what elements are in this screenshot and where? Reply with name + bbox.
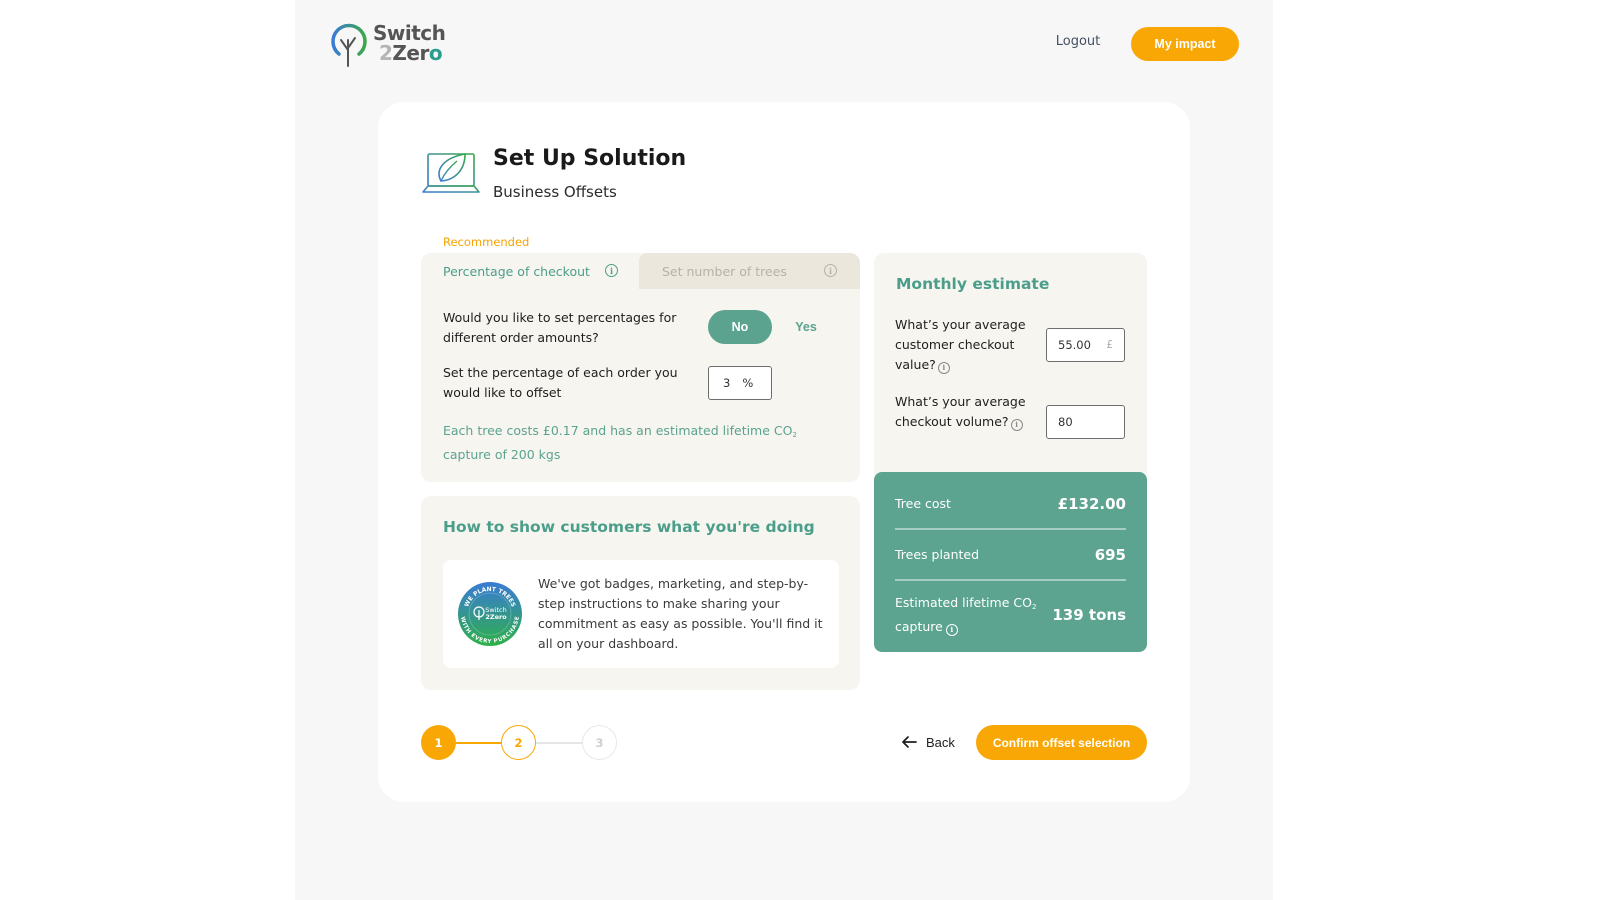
tab-label: Set number of trees xyxy=(662,263,787,279)
monthly-estimate-panel: Monthly estimate What’s your average cus… xyxy=(874,253,1147,483)
co2-label-suffix: capture xyxy=(895,619,943,634)
stepper-line-complete xyxy=(456,742,501,744)
estimate-results: Tree cost £132.00 Trees planted 695 Esti… xyxy=(874,472,1147,652)
step-1: 1 xyxy=(421,725,456,760)
co2-label-prefix: Estimated lifetime CO xyxy=(895,595,1032,610)
tree-note-suffix: capture of 200 kgs xyxy=(443,447,561,462)
tab-label: Percentage of checkout xyxy=(443,263,590,279)
toggle-no-button[interactable]: No xyxy=(708,310,772,344)
trees-planted-value: 695 xyxy=(1094,546,1126,564)
show-customers-text: We've got badges, marketing, and step-by… xyxy=(538,576,823,651)
checkout-value-label-text: What’s your average customer checkout va… xyxy=(895,317,1026,372)
laptop-leaf-icon xyxy=(422,153,480,193)
percentage-value: 3 xyxy=(723,376,731,390)
info-icon[interactable]: i xyxy=(937,362,950,374)
switch2zero-logo[interactable]: Switch 2Zero xyxy=(329,18,446,68)
confirm-offset-selection-button[interactable]: Confirm offset selection xyxy=(976,725,1147,760)
info-icon[interactable]: i xyxy=(824,264,837,277)
checkout-volume-input[interactable]: 80 xyxy=(1046,405,1125,439)
percent-suffix: % xyxy=(742,376,754,390)
stepper-line-pending xyxy=(536,742,582,744)
recommended-label: Recommended xyxy=(443,235,530,249)
logo-o: o xyxy=(428,41,443,65)
checkout-volume-label: What’s your average checkout volume? i xyxy=(895,392,1030,432)
checkout-value: 55.00 xyxy=(1058,338,1091,352)
logo-two: 2 xyxy=(379,41,393,65)
tree-logo-icon xyxy=(331,23,367,67)
step-2: 2 xyxy=(501,725,536,760)
checkout-value-label: What’s your average customer checkout va… xyxy=(895,315,1030,375)
we-plant-trees-badge-icon: WE PLANT TREES WITH EVERY PURCHASE Switc… xyxy=(458,582,522,646)
trees-planted-row: Trees planted 695 xyxy=(895,545,1126,565)
tree-cost-note: Each tree costs £0.17 and has an estimat… xyxy=(443,421,823,465)
info-icon[interactable]: i xyxy=(1010,419,1023,431)
logo-line1: Switch xyxy=(373,21,446,45)
percentage-question: Set the percentage of each order you wou… xyxy=(443,365,678,400)
co2-capture-value: 139 tons xyxy=(1052,606,1126,624)
badge-brand-line2: 2Zero xyxy=(485,613,507,621)
logo-line2: 2Zero xyxy=(379,43,445,63)
logout-link[interactable]: Logout xyxy=(1040,34,1116,49)
co2-capture-row: Estimated lifetime CO2 capture i 139 tons xyxy=(895,593,1126,637)
show-customers-card: WE PLANT TREES WITH EVERY PURCHASE Switc… xyxy=(443,560,839,668)
monthly-estimate-title: Monthly estimate xyxy=(896,275,1050,293)
show-customers-panel: How to show customers what you're doing … xyxy=(421,496,860,690)
my-impact-button[interactable]: My impact xyxy=(1131,27,1239,61)
tree-cost-row: Tree cost £132.00 xyxy=(895,494,1126,514)
currency-suffix: £ xyxy=(1106,339,1113,351)
tab-percentage-of-checkout[interactable]: Percentage of checkout i xyxy=(421,253,639,289)
arrow-left-icon xyxy=(902,736,917,748)
co2-capture-label: Estimated lifetime CO2 capture i xyxy=(895,593,1036,637)
percentage-input[interactable]: 3 % xyxy=(708,366,772,400)
tree-cost-label: Tree cost xyxy=(895,496,951,511)
info-icon[interactable]: i xyxy=(605,264,618,277)
trees-planted-label: Trees planted xyxy=(895,547,980,562)
checkout-volume: 80 xyxy=(1058,415,1073,429)
divider xyxy=(895,579,1126,581)
tree-cost-value: £132.00 xyxy=(1057,495,1126,513)
checkout-value-input[interactable]: 55.00 £ xyxy=(1046,328,1125,362)
page-subtitle: Business Offsets xyxy=(493,183,617,201)
info-icon[interactable]: i xyxy=(945,624,958,636)
tab-set-number-of-trees[interactable]: Set number of trees i xyxy=(639,253,860,289)
logo-zer: Zer xyxy=(392,41,429,65)
logo-wordmark: Switch 2Zero xyxy=(373,21,446,63)
tree-note-prefix: Each tree costs £0.17 and has an estimat… xyxy=(443,423,793,438)
checkout-volume-label-text: What’s your average checkout volume? xyxy=(895,394,1026,429)
step-3: 3 xyxy=(582,725,617,760)
offset-method-panel: Percentage of checkout i Set number of t… xyxy=(421,253,860,482)
co2-subscript: 2 xyxy=(1031,603,1037,611)
show-customers-title: How to show customers what you're doing xyxy=(443,518,815,536)
divider xyxy=(895,528,1126,530)
toggle-yes-button[interactable]: Yes xyxy=(785,310,827,344)
page-title: Set Up Solution xyxy=(493,146,687,171)
back-label: Back xyxy=(926,734,955,750)
back-button[interactable]: Back xyxy=(900,731,955,753)
tiered-percentages-question: Would you like to set percentages for di… xyxy=(443,310,677,345)
co2-subscript: 2 xyxy=(792,431,797,439)
